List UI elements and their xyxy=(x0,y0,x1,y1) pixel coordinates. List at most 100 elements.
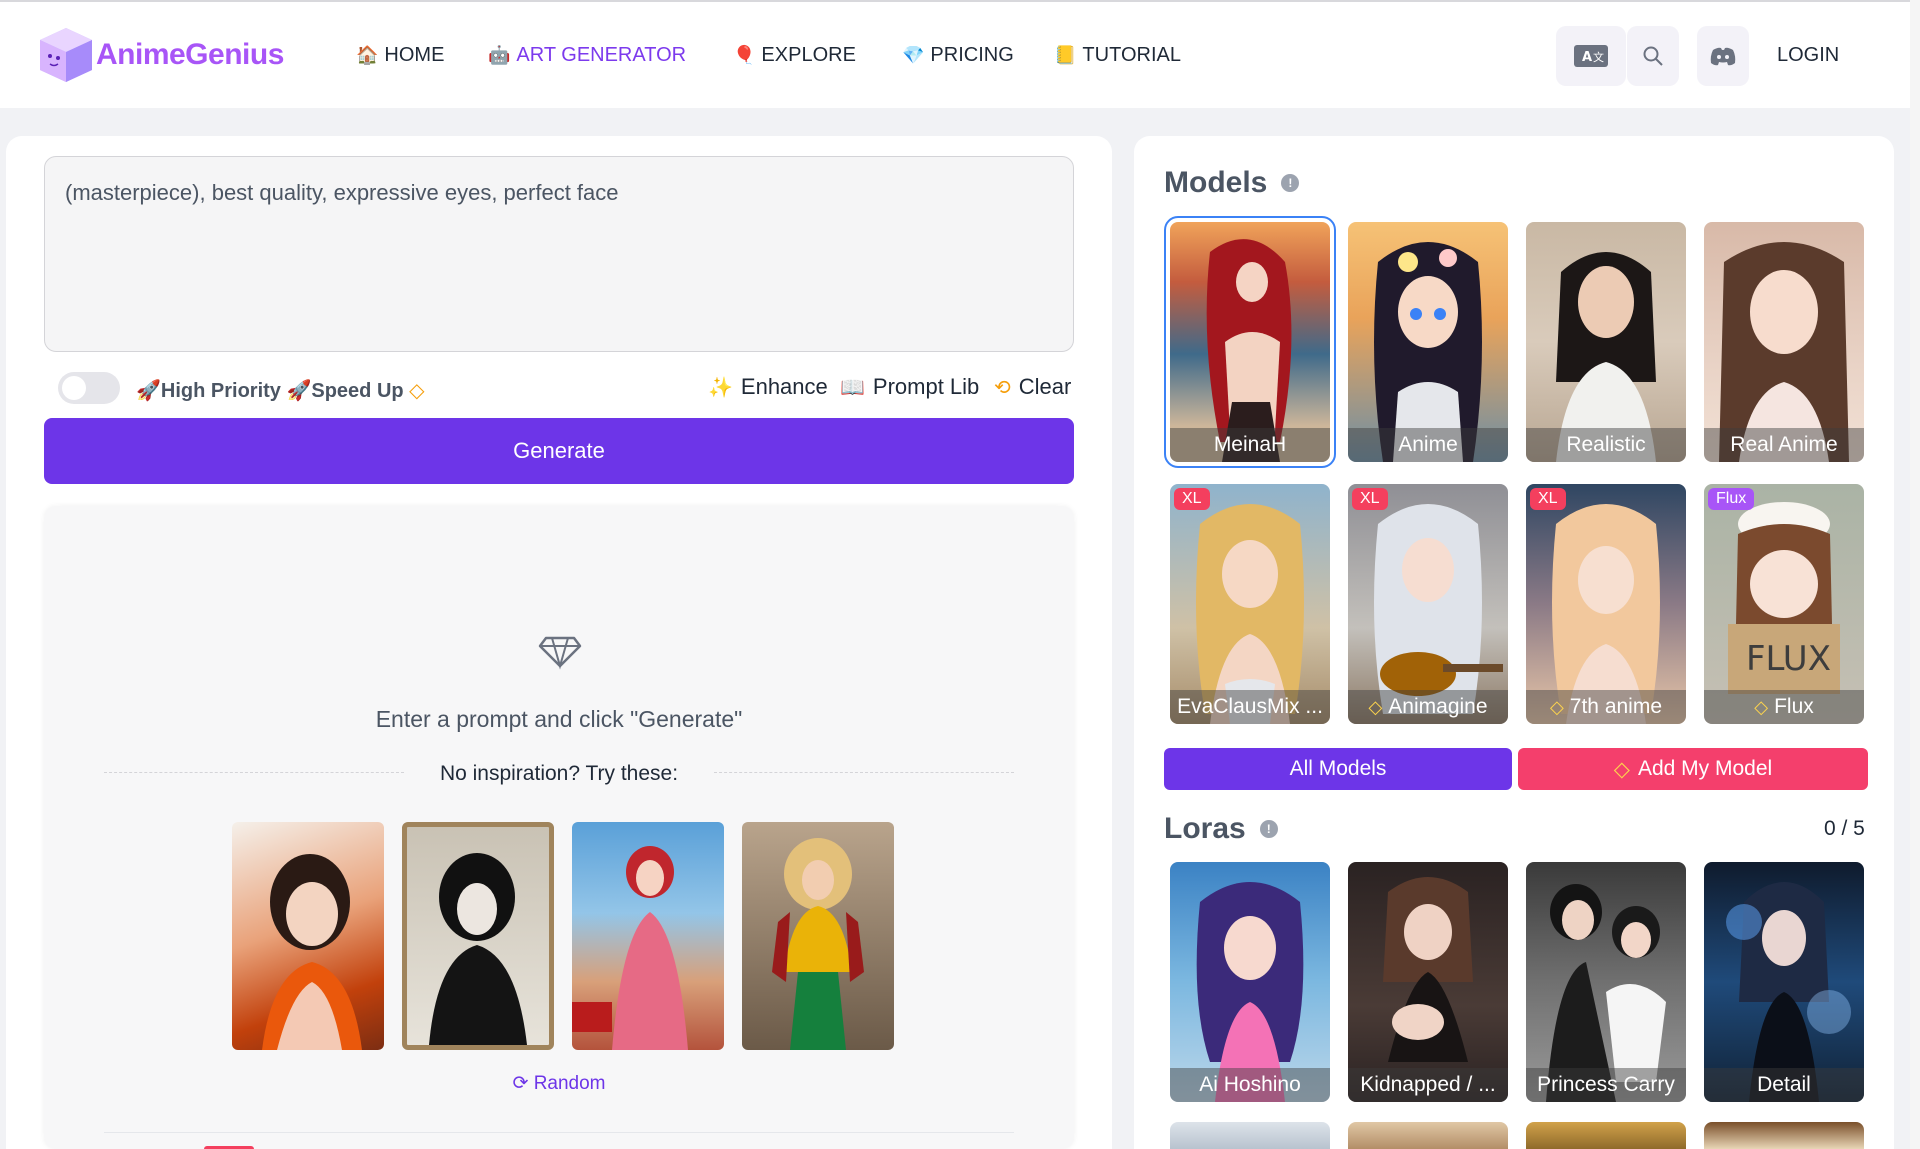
premium-gem-icon: ◇ xyxy=(1613,757,1630,781)
enhance-button[interactable]: ✨ Enhance xyxy=(708,374,828,400)
robot-icon: 🤖 xyxy=(488,45,511,65)
nav-explore[interactable]: 🎈 EXPLORE xyxy=(733,44,856,67)
svg-text:A: A xyxy=(1582,50,1592,65)
settings-panel: Models ! MeinaH Anime Realistic Real Ani… xyxy=(1134,136,1894,1149)
model-card-label: ◇ Flux xyxy=(1704,690,1864,724)
model-badge: Flux xyxy=(1708,488,1755,510)
clear-label: Clear xyxy=(1018,374,1072,399)
model-card-anime[interactable]: Anime xyxy=(1348,222,1508,462)
all-models-button[interactable]: All Models xyxy=(1164,748,1512,790)
priority-text: 🚀High Priority 🚀Speed Up xyxy=(136,380,404,402)
inspiration-thumb-2[interactable] xyxy=(402,822,554,1050)
inspiration-thumb-1[interactable] xyxy=(232,822,384,1050)
premium-gem-icon: ◇ xyxy=(409,380,425,402)
lora-card-ai-hoshino[interactable]: Ai Hoshino xyxy=(1170,862,1330,1102)
nav-art-generator[interactable]: 🤖 ART GENERATOR xyxy=(488,44,686,67)
models-title-text: Models xyxy=(1164,166,1268,199)
lora-card-detail[interactable]: Detail xyxy=(1704,862,1864,1102)
model-card-label: Realistic xyxy=(1526,428,1686,462)
lora-card-partial[interactable] xyxy=(1526,1122,1686,1149)
svg-text:文: 文 xyxy=(1593,50,1604,64)
generate-button[interactable]: Generate xyxy=(44,418,1074,484)
discord-icon xyxy=(1710,47,1736,66)
model-card-label: MeinaH xyxy=(1170,428,1330,462)
toggle-knob xyxy=(62,376,86,400)
add-my-model-button[interactable]: ◇ Add My Model xyxy=(1518,748,1868,790)
nav-art-generator-label: ART GENERATOR xyxy=(516,44,687,66)
nav-pricing-label: PRICING xyxy=(930,44,1014,66)
lora-card-princess-carry[interactable]: Princess Carry xyxy=(1526,862,1686,1102)
search-button[interactable] xyxy=(1627,26,1679,86)
lora-card-label: Ai Hoshino xyxy=(1170,1068,1330,1102)
search-icon xyxy=(1643,46,1663,66)
diamond-icon: 💎 xyxy=(902,45,925,65)
lora-card-partial[interactable] xyxy=(1170,1122,1330,1149)
logo-cube-icon xyxy=(38,26,94,84)
lora-card-label: Kidnapped / ... xyxy=(1348,1068,1508,1102)
model-card-meinah[interactable]: MeinaH xyxy=(1164,216,1336,468)
model-card-real-anime[interactable]: Real Anime xyxy=(1704,222,1864,462)
random-label: Random xyxy=(533,1073,606,1094)
models-title: Models ! xyxy=(1164,166,1300,200)
shuffle-icon: ⟳ xyxy=(512,1073,534,1094)
nav-explore-label: EXPLORE xyxy=(761,44,856,66)
prompt-lib-button[interactable]: 📖 Prompt Lib xyxy=(840,374,979,400)
diamond-outline-icon xyxy=(538,636,582,670)
brand-logo[interactable]: AnimeGenius xyxy=(38,26,284,84)
nav-tutorial[interactable]: 📒 TUTORIAL xyxy=(1054,44,1181,67)
lora-card-label: Detail xyxy=(1704,1068,1864,1102)
nav-tutorial-label: TUTORIAL xyxy=(1082,44,1181,66)
model-card-label-text: 7th anime xyxy=(1569,695,1663,718)
empty-state-message: Enter a prompt and click "Generate" xyxy=(375,706,743,732)
model-card-label: ◇ 7th anime xyxy=(1526,690,1686,724)
discord-button[interactable] xyxy=(1697,26,1749,86)
language-button[interactable]: A 文 xyxy=(1556,26,1626,86)
nav-home[interactable]: 🏠 HOME xyxy=(356,44,444,67)
inspiration-label: No inspiration? Try these: xyxy=(439,762,679,785)
magic-wand-icon: ✨ xyxy=(708,376,733,399)
premium-gem-icon: ◇ xyxy=(1368,696,1383,717)
prompt-lib-label: Prompt Lib xyxy=(872,374,980,399)
divider-bottom xyxy=(104,1132,1014,1133)
model-card-label: EvaClausMix ... xyxy=(1170,690,1330,724)
prompt-text: (masterpiece), best quality, expressive … xyxy=(65,180,619,205)
inspiration-thumb-3[interactable] xyxy=(572,822,724,1050)
model-card-7th-anime[interactable]: XL ◇ 7th anime xyxy=(1526,484,1686,724)
clear-button[interactable]: ⟲ Clear xyxy=(994,374,1071,400)
page-scrollbar[interactable] xyxy=(1910,0,1920,1149)
model-badge: XL xyxy=(1352,488,1388,510)
priority-label: 🚀High Priority 🚀Speed Up ◇ xyxy=(136,378,425,403)
translate-icon: A 文 xyxy=(1574,45,1608,67)
lora-card-label: Princess Carry xyxy=(1526,1068,1686,1102)
login-link[interactable]: LOGIN xyxy=(1777,44,1839,67)
nav-home-label: HOME xyxy=(384,44,445,66)
inspiration-thumb-4[interactable] xyxy=(742,822,894,1050)
lora-count: 0 / 5 xyxy=(1824,817,1865,840)
model-card-realistic[interactable]: Realistic xyxy=(1526,222,1686,462)
high-priority-toggle[interactable] xyxy=(58,372,120,404)
random-button[interactable]: ⟳ Random xyxy=(44,1072,1074,1095)
top-navigation-bar: AnimeGenius 🏠 HOME 🤖 ART GENERATOR 🎈 EXP… xyxy=(0,0,1920,108)
model-badge: XL xyxy=(1174,488,1210,510)
model-card-flux[interactable]: FLUX Flux ◇ Flux xyxy=(1704,484,1864,724)
loras-title: Loras ! xyxy=(1164,812,1278,846)
prompt-textarea[interactable]: (masterpiece), best quality, expressive … xyxy=(44,156,1074,352)
model-card-evaclausmix[interactable]: XL EvaClausMix ... xyxy=(1170,484,1330,724)
nav-pricing[interactable]: 💎 PRICING xyxy=(902,44,1014,67)
add-model-label: Add My Model xyxy=(1637,757,1773,780)
lora-card-partial[interactable] xyxy=(1704,1122,1864,1149)
lora-card-partial[interactable] xyxy=(1348,1122,1508,1149)
options-row: 🚀High Priority 🚀Speed Up ◇ ✨ Enhance 📖 P… xyxy=(58,368,1078,404)
model-card-animagine[interactable]: XL ◇ Animagine xyxy=(1348,484,1508,724)
premium-gem-icon: ◇ xyxy=(1549,696,1564,717)
info-icon[interactable]: ! xyxy=(1281,174,1300,192)
notebook-icon: 📒 xyxy=(1054,45,1077,65)
premium-gem-icon: ◇ xyxy=(1754,696,1769,717)
lora-card-kidnapped[interactable]: Kidnapped / ... xyxy=(1348,862,1508,1102)
model-card-label: Anime xyxy=(1348,428,1508,462)
home-icon: 🏠 xyxy=(356,45,379,65)
enhance-label: Enhance xyxy=(740,374,828,399)
info-icon[interactable]: ! xyxy=(1259,820,1278,838)
book-icon: 📖 xyxy=(840,376,865,399)
generator-panel: (masterpiece), best quality, expressive … xyxy=(6,136,1112,1149)
